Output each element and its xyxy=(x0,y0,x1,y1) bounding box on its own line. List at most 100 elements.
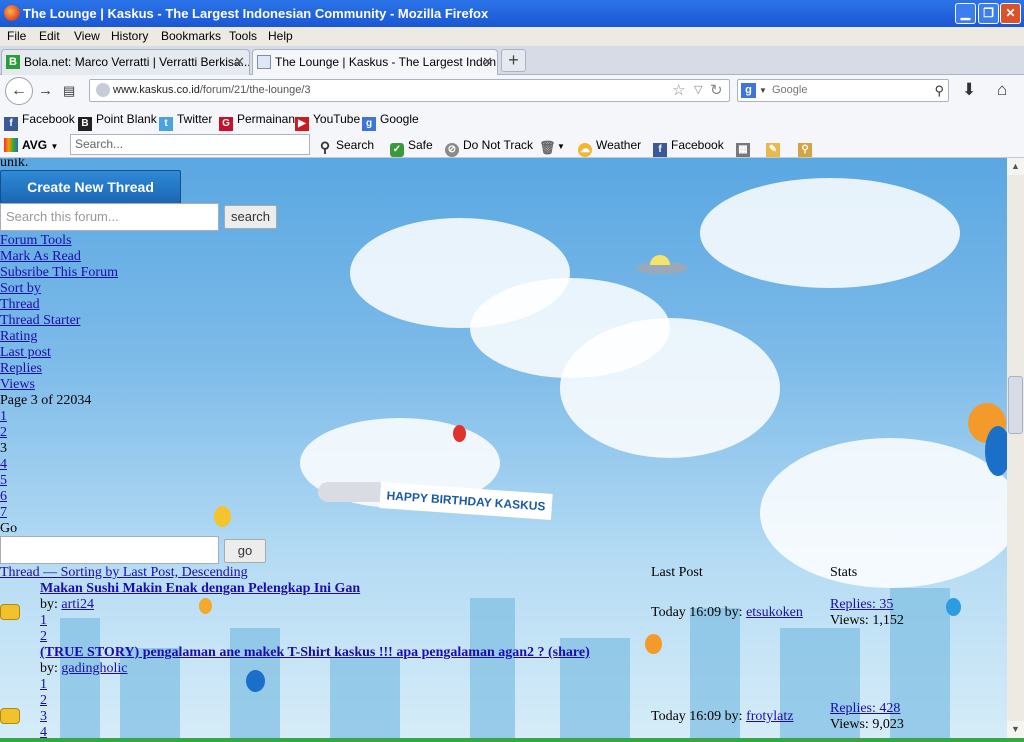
avg-weather[interactable]: ☁ Weather xyxy=(578,138,641,157)
home-icon[interactable]: ⌂ xyxy=(997,80,1007,100)
page-link[interactable]: 6 xyxy=(0,489,7,505)
url-dropdown-icon[interactable]: ▽ xyxy=(694,80,702,101)
last-post-user-link[interactable]: etsukoken xyxy=(746,605,803,620)
city-building xyxy=(60,618,100,738)
avg-trash[interactable]: 🗑▼ xyxy=(539,138,565,155)
forum-tools-link[interactable]: Forum Tools xyxy=(0,233,72,249)
avg-do-not-track[interactable]: ⊘ Do Not Track xyxy=(445,138,533,157)
menu-view[interactable]: View xyxy=(74,29,100,43)
thread-title-link[interactable]: (TRUE STORY) pengalaman ane makek T-Shir… xyxy=(40,645,590,661)
url-bar[interactable]: www.kaskus.co.id/forum/21/the-lounge/3 ☆… xyxy=(89,79,730,102)
search-engine-dropdown-icon[interactable]: ▼ xyxy=(759,80,767,101)
sort-by-link[interactable]: Sort by xyxy=(0,281,41,297)
bookmark-point-blank[interactable]: B Point Blank xyxy=(78,112,157,131)
bola-favicon-icon: B xyxy=(6,55,20,69)
reload-icon[interactable]: ↻ xyxy=(710,80,723,101)
cloud xyxy=(700,178,960,288)
bookmark-twitter[interactable]: t Twitter xyxy=(159,112,212,131)
thread-page-link[interactable]: 1 xyxy=(40,613,47,629)
thread-status-icon xyxy=(0,708,20,724)
forum-search-input[interactable]: Search this forum... xyxy=(0,203,219,231)
mark-as-read-link[interactable]: Mark As Read xyxy=(0,249,81,265)
thread-author-link[interactable]: gadingholic xyxy=(61,661,127,676)
forward-button[interactable]: → xyxy=(38,82,53,99)
page-link[interactable]: 4 xyxy=(0,457,7,473)
thread-page-link[interactable]: 3 xyxy=(40,709,47,725)
page-link[interactable]: 2 xyxy=(0,425,7,441)
sort-header-link[interactable]: Thread — Sorting by Last Post, Descendin… xyxy=(0,565,248,581)
scroll-down-icon[interactable]: ▼ xyxy=(1007,721,1024,738)
thread-views: Views: 1,152 xyxy=(830,613,904,628)
birthday-banner: HAPPY BIRTHDAY KASKUS xyxy=(379,482,553,520)
avg-calculator[interactable]: ▦ xyxy=(736,138,754,157)
sort-rating-link[interactable]: Rating xyxy=(0,329,37,345)
thread-views: Views: 9,023 xyxy=(830,717,904,732)
back-button[interactable]: ← xyxy=(5,77,33,105)
restore-button[interactable]: ❐ xyxy=(978,3,999,24)
last-post-user-link[interactable]: frotylatz xyxy=(746,709,793,724)
scrollbar-thumb[interactable] xyxy=(1008,376,1023,434)
avg-icon xyxy=(4,138,18,152)
avg-search-tool[interactable]: ⚲ xyxy=(798,138,816,157)
sort-replies-link[interactable]: Replies xyxy=(0,361,42,377)
page-link[interactable]: 7 xyxy=(0,505,7,521)
tab-close-icon[interactable]: ✕ xyxy=(482,50,493,74)
thread-page-link[interactable]: 2 xyxy=(40,629,47,645)
thread-title-link[interactable]: Makan Sushi Makin Enak dengan Pelengkap … xyxy=(40,581,360,597)
page-link[interactable]: 5 xyxy=(0,473,7,489)
thread-author-link[interactable]: arti24 xyxy=(61,597,94,612)
forum-search-button[interactable]: search xyxy=(224,205,277,229)
stats-column-header: Stats xyxy=(830,565,858,580)
thread-replies-link[interactable]: Replies: 428 xyxy=(830,701,900,717)
thread-page-link[interactable]: 2 xyxy=(40,693,47,709)
tab-bola[interactable]: B Bola.net: Marco Verratti | Verratti Be… xyxy=(1,49,250,75)
scroll-up-icon[interactable]: ▲ xyxy=(1007,158,1024,175)
minimize-button[interactable]: ▁ xyxy=(955,3,976,24)
sort-thread-starter-link[interactable]: Thread Starter xyxy=(0,313,80,329)
avg-search-button[interactable]: ⚲ Search xyxy=(318,138,374,154)
menu-edit[interactable]: Edit xyxy=(39,29,60,43)
bookmark-star-icon[interactable]: ☆ xyxy=(672,80,685,101)
page-icon[interactable]: ▤ xyxy=(63,83,75,99)
subscribe-forum-link[interactable]: Subsribe This Forum xyxy=(0,265,118,281)
bookmark-youtube[interactable]: ▶ YouTube xyxy=(295,112,360,131)
sort-thread-link[interactable]: Thread xyxy=(0,297,40,313)
avg-search-input[interactable]: Search... xyxy=(70,134,310,155)
menu-tools[interactable]: Tools xyxy=(229,29,257,43)
sort-views-link[interactable]: Views xyxy=(0,377,35,393)
menu-file[interactable]: File xyxy=(7,29,26,43)
web-search-box[interactable]: g ▼ Google ⚲ xyxy=(737,79,949,102)
thread-status-icon xyxy=(0,604,20,620)
menu-history[interactable]: History xyxy=(111,29,148,43)
bookmark-permainan[interactable]: G Permainan xyxy=(219,112,295,131)
thread-page-link[interactable]: 4 xyxy=(40,725,47,738)
page-link[interactable]: 1 xyxy=(0,409,7,425)
thread-author: by: gadingholic xyxy=(40,661,128,676)
download-icon[interactable]: ⬇ xyxy=(962,80,976,100)
go-button[interactable]: go xyxy=(224,539,266,563)
thread-replies-link[interactable]: Replies: 35 xyxy=(830,597,893,613)
avg-notepad[interactable]: ✎ xyxy=(766,138,784,157)
new-tab-button[interactable]: + xyxy=(501,49,526,72)
permainan-icon: G xyxy=(219,117,233,131)
menu-bookmarks[interactable]: Bookmarks xyxy=(161,29,221,43)
sort-last-post-link[interactable]: Last post xyxy=(0,345,51,361)
search-icon[interactable]: ⚲ xyxy=(934,80,944,101)
avg-logo[interactable]: AVG ▼ xyxy=(4,138,58,152)
city-building xyxy=(470,598,515,738)
vertical-scrollbar[interactable]: ▲ ▼ xyxy=(1007,158,1024,738)
balloon-decoration xyxy=(246,670,265,692)
menu-help[interactable]: Help xyxy=(268,29,293,43)
current-page: 3 xyxy=(0,441,7,456)
tab-kaskus[interactable]: The Lounge | Kaskus - The Largest Indon.… xyxy=(252,49,498,75)
thread-last-post: Today 16:09 by: etsukoken xyxy=(651,605,803,620)
bookmark-facebook[interactable]: f Facebook xyxy=(4,112,75,131)
bookmark-google[interactable]: g Google xyxy=(362,112,419,131)
page-jump-input[interactable] xyxy=(0,536,219,564)
create-new-thread-button[interactable]: Create New Thread xyxy=(0,170,181,204)
avg-facebook[interactable]: f Facebook xyxy=(653,138,724,157)
tab-close-icon[interactable]: ✕ xyxy=(234,50,245,74)
avg-safe[interactable]: ✓ Safe xyxy=(390,138,433,157)
close-button[interactable]: ✕ xyxy=(1000,3,1021,24)
thread-page-link[interactable]: 1 xyxy=(40,677,47,693)
